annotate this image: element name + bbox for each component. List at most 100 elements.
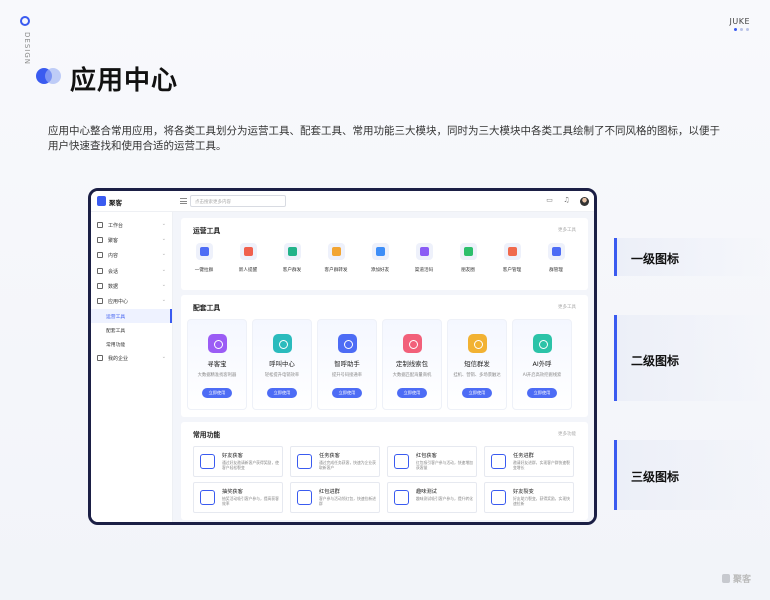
sidebar-item-label: 我的企业	[108, 356, 129, 363]
feature-desc: 邀请好友进群，实现客户群快速裂变增长	[513, 460, 570, 470]
sidebar-item[interactable]: 内容 ⌄	[91, 248, 172, 263]
sidebar-item[interactable]: 工作台 ⌄	[91, 218, 172, 233]
chevron-down-icon: ⌄	[161, 354, 166, 361]
ops-more-link[interactable]: 更多工具	[558, 227, 576, 233]
tool-icon	[415, 243, 433, 260]
feature-icon	[491, 454, 506, 469]
support-tool[interactable]: AI外呼 AI开启高效挖掘线索 立即使用	[512, 319, 572, 410]
search-input[interactable]: 点击搜索更多内容	[190, 195, 286, 207]
feature-title: 趣味测试	[416, 489, 437, 495]
sidebar-item-label: 数据	[108, 283, 119, 290]
bell-icon[interactable]: ♫	[562, 196, 571, 205]
feature-icon	[491, 490, 506, 505]
support-tool-desc: 轻松提升电销效率	[264, 373, 300, 378]
sidebar-subitem[interactable]: 常用功能	[91, 337, 172, 351]
support-tool[interactable]: 智呼助手提升号码接通率立即使用	[317, 319, 377, 410]
support-tool[interactable]: 呼叫中心轻松提升电销效率立即使用	[252, 319, 312, 410]
ops-tool-label: 添加好友	[370, 268, 390, 273]
tool-icon	[459, 243, 477, 260]
support-tool[interactable]: 短信群发 挂机、营销、多场景触达 立即使用	[447, 319, 507, 410]
feature-desc: 红包吸引客户参与活动，快速增加获客量	[416, 460, 473, 470]
sidebar-item[interactable]: 数据 ⌄	[91, 279, 172, 294]
level-2-bar	[614, 315, 617, 401]
tool-icon	[503, 243, 521, 260]
use-now-button[interactable]: 立即使用	[462, 388, 492, 398]
support-tool-icon	[207, 334, 227, 353]
feature-title: 红包获客	[416, 453, 437, 459]
ops-tool[interactable]: 新人提醒	[231, 243, 265, 273]
ops-tool[interactable]: 客户管理	[495, 243, 529, 273]
app-logo-text: 聚客	[109, 199, 122, 207]
tool-icon	[239, 243, 257, 260]
ops-tool[interactable]: 群管理	[539, 243, 573, 273]
feature-item[interactable]: 红包获客 红包吸引客户参与活动，快速增加获客量	[387, 446, 477, 477]
support-tool-title: 呼叫中心	[269, 360, 295, 368]
use-now-button[interactable]: 立即使用	[397, 388, 427, 398]
tool-icon	[195, 243, 213, 260]
main-content: 运营工具 更多工具 一键拉群 新人提醒 客户群发 客户群转发 添加好友 渠道活码 朋友圈 客户…	[173, 212, 594, 522]
ops-tool[interactable]: 一键拉群	[187, 243, 221, 273]
support-tool-title: 短信群发	[464, 360, 490, 368]
support-tool[interactable]: 寻客宝 大数据精准找客利器 立即使用	[187, 319, 247, 410]
avatar[interactable]	[580, 197, 589, 206]
common-features-card: 常用功能 更多功能 好友获客 通过好友邀请新客户获得奖励，使客户轻松裂变 任务获客通…	[181, 422, 588, 520]
ops-tool[interactable]: 添加好友	[363, 243, 397, 273]
ops-tool-label: 朋友圈	[461, 268, 475, 273]
use-now-button[interactable]: 立即使用	[267, 388, 297, 398]
ops-tool[interactable]: 客户群发	[275, 243, 309, 273]
common-more-link[interactable]: 更多功能	[558, 431, 576, 437]
app-topbar: 聚客 点击搜索更多内容 ▭ ♫	[91, 191, 594, 212]
tool-icon	[371, 243, 389, 260]
feature-item[interactable]: 好友获客 通过好友邀请新客户获得奖励，使客户轻松裂变	[193, 446, 283, 477]
sidebar-subitem[interactable]: 配套工具	[91, 323, 172, 337]
feature-title: 任务进群	[513, 453, 534, 459]
feature-item[interactable]: 任务进群 邀请好友进群，实现客户群快速裂变增长	[484, 446, 574, 477]
feature-item[interactable]: 抽奖获客 抽奖活动吸引客户参与，提高获客效率	[193, 482, 283, 513]
tool-icon	[327, 243, 345, 260]
use-now-button[interactable]: 立即使用	[332, 388, 362, 398]
menu-toggle-icon[interactable]	[180, 198, 187, 204]
brand-ring-icon	[20, 16, 30, 26]
feature-title: 好友裂变	[513, 489, 534, 495]
feature-title: 抽奖获客	[222, 489, 243, 495]
ops-tool-label: 客户群转发	[324, 268, 348, 273]
ops-tool-label: 客户管理	[502, 268, 522, 273]
message-icon[interactable]: ▭	[545, 196, 554, 205]
feature-item[interactable]: 趣味测试 趣味测试吸引客户参与，提升转化	[387, 482, 477, 513]
sidebar-item[interactable]: 应用中心 ⌄	[91, 294, 172, 309]
tool-icon	[283, 243, 301, 260]
logo-icon	[97, 196, 106, 206]
ops-tool[interactable]: 渠道活码	[407, 243, 441, 273]
footer-logo-icon	[722, 574, 730, 583]
use-now-button[interactable]: 立即使用	[202, 388, 232, 398]
support-tool-desc: 提升号码接通率	[331, 373, 363, 378]
data-icon	[97, 282, 103, 289]
feature-title: 任务获客	[319, 453, 340, 459]
sidebar-subitem[interactable]: 运营工具	[91, 309, 172, 324]
chevron-down-icon: ⌄	[161, 221, 166, 227]
ops-tool-label: 渠道活码	[414, 268, 434, 273]
chat-icon	[97, 267, 103, 274]
support-tool[interactable]: 定制线索包 大数据匹配海量商机 立即使用	[382, 319, 442, 410]
sidebar-item-label: 工作台	[108, 223, 124, 229]
ops-tool-label: 新人提醒	[238, 268, 258, 273]
sidebar-item[interactable]: 我的企业 ⌄	[91, 351, 172, 366]
sidebar-item[interactable]: 会话 ⌄	[91, 264, 172, 279]
support-tool-title: 智呼助手	[334, 360, 360, 368]
sidebar-item-label: 会话	[108, 268, 119, 275]
feature-desc: 通过好友邀请新客户获得奖励，使客户轻松裂变	[222, 460, 279, 470]
feature-icon	[394, 490, 409, 505]
ops-tool-label: 客户群发	[282, 268, 302, 273]
sidebar-item-label: 应用中心	[108, 298, 129, 305]
feature-item[interactable]: 任务获客 通过完成任务获客，快速为企业获取新客户	[290, 446, 380, 477]
sidebar-item[interactable]: 聚客 ⌄	[91, 233, 172, 248]
use-now-button[interactable]: 立即使用	[527, 388, 557, 398]
feature-item[interactable]: 红包进群 客户参与活动领红包，快速拉新进群	[290, 482, 380, 513]
feature-item[interactable]: 好友裂变 好友助力裂变，获得奖励，实现快速拉新	[484, 482, 574, 513]
support-more-link[interactable]: 更多工具	[558, 304, 576, 310]
level-3-bar	[614, 440, 617, 510]
page-title: 应用中心	[70, 66, 179, 96]
ops-tool[interactable]: 客户群转发	[319, 243, 353, 273]
chevron-down-icon: ⌄	[161, 281, 166, 288]
ops-tool[interactable]: 朋友圈	[451, 243, 485, 273]
